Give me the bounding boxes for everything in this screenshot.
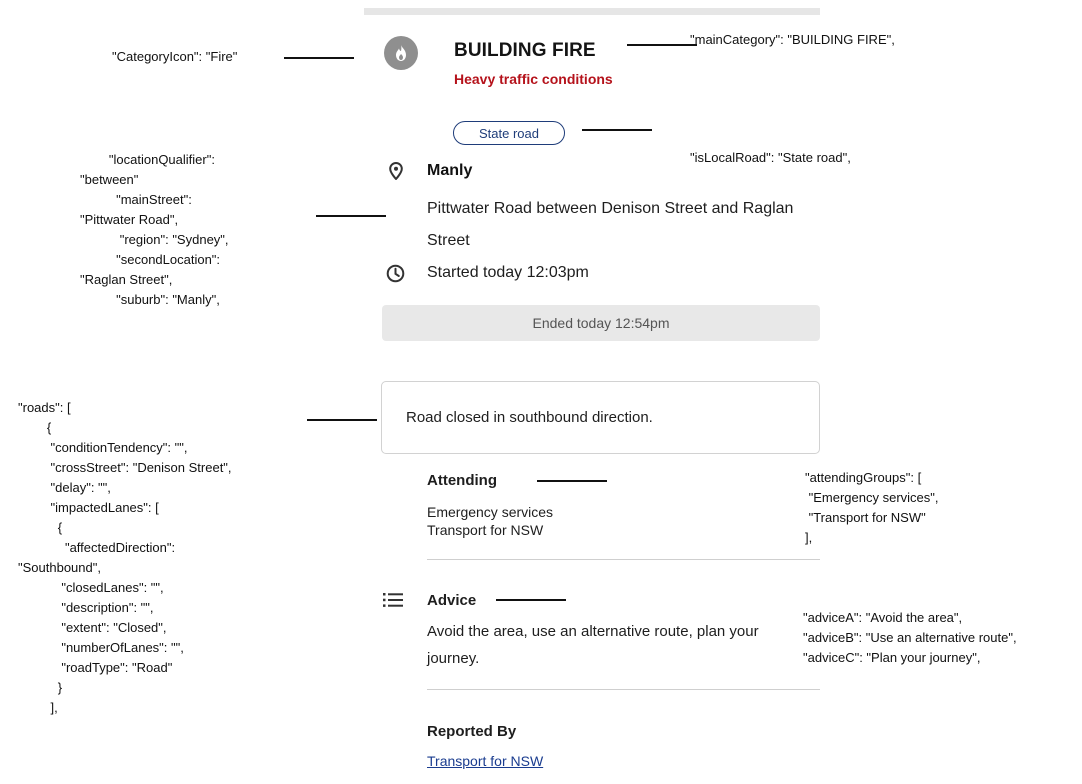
section-divider (427, 689, 820, 690)
attending-heading: Attending (427, 472, 497, 489)
annotation-category-icon: "CategoryIcon": "Fire" (112, 49, 238, 64)
annotation-advice: "adviceA": "Avoid the area", "adviceB": … (803, 610, 1017, 665)
annotation-main-category: "mainCategory": "BUILDING FIRE", (690, 32, 895, 47)
annotation-connector (284, 57, 354, 59)
map-pin-icon (389, 161, 403, 185)
road-type-badge: State road (453, 121, 565, 145)
annotation-connector (496, 599, 566, 601)
suburb-name: Manly (427, 162, 473, 179)
annotation-connector (307, 419, 377, 421)
reported-by-link[interactable]: Transport for NSW (427, 753, 543, 769)
annotation-connector (537, 480, 607, 482)
advice-heading: Advice (427, 592, 477, 609)
advice-text: Avoid the area, use an alternative route… (427, 623, 759, 667)
annotation-roads: "roads": [ { "conditionTendency": "", "c… (18, 400, 232, 715)
annotation-location: "locationQualifier": "between" "mainStre… (80, 152, 229, 307)
annotation-connector (582, 129, 652, 131)
road-status-box: Road closed in southbound direction. (381, 381, 820, 454)
attending-group-item: Transport for NSW (427, 522, 544, 538)
start-time: Started today 12:03pm (427, 264, 589, 281)
fire-icon (384, 36, 418, 70)
end-time-banner: Ended today 12:54pm (382, 305, 820, 341)
reported-by-heading: Reported By (427, 723, 517, 740)
annotation-connector (316, 215, 386, 217)
top-divider-bar (364, 8, 820, 15)
incident-title: BUILDING FIRE (454, 40, 596, 61)
attending-group-item: Emergency services (427, 504, 554, 520)
section-divider (427, 559, 820, 560)
traffic-conditions: Heavy traffic conditions (454, 71, 613, 87)
list-icon (383, 592, 403, 613)
location-description: Pittwater Road between Denison Street an… (427, 200, 794, 249)
annotation-attending: "attendingGroups": [ "Emergency services… (805, 470, 939, 545)
clock-icon (386, 264, 405, 288)
annotation-local-road: "isLocalRoad": "State road", (690, 150, 851, 165)
annotation-connector (627, 44, 697, 46)
road-status-text: Road closed in southbound direction. (406, 409, 653, 426)
